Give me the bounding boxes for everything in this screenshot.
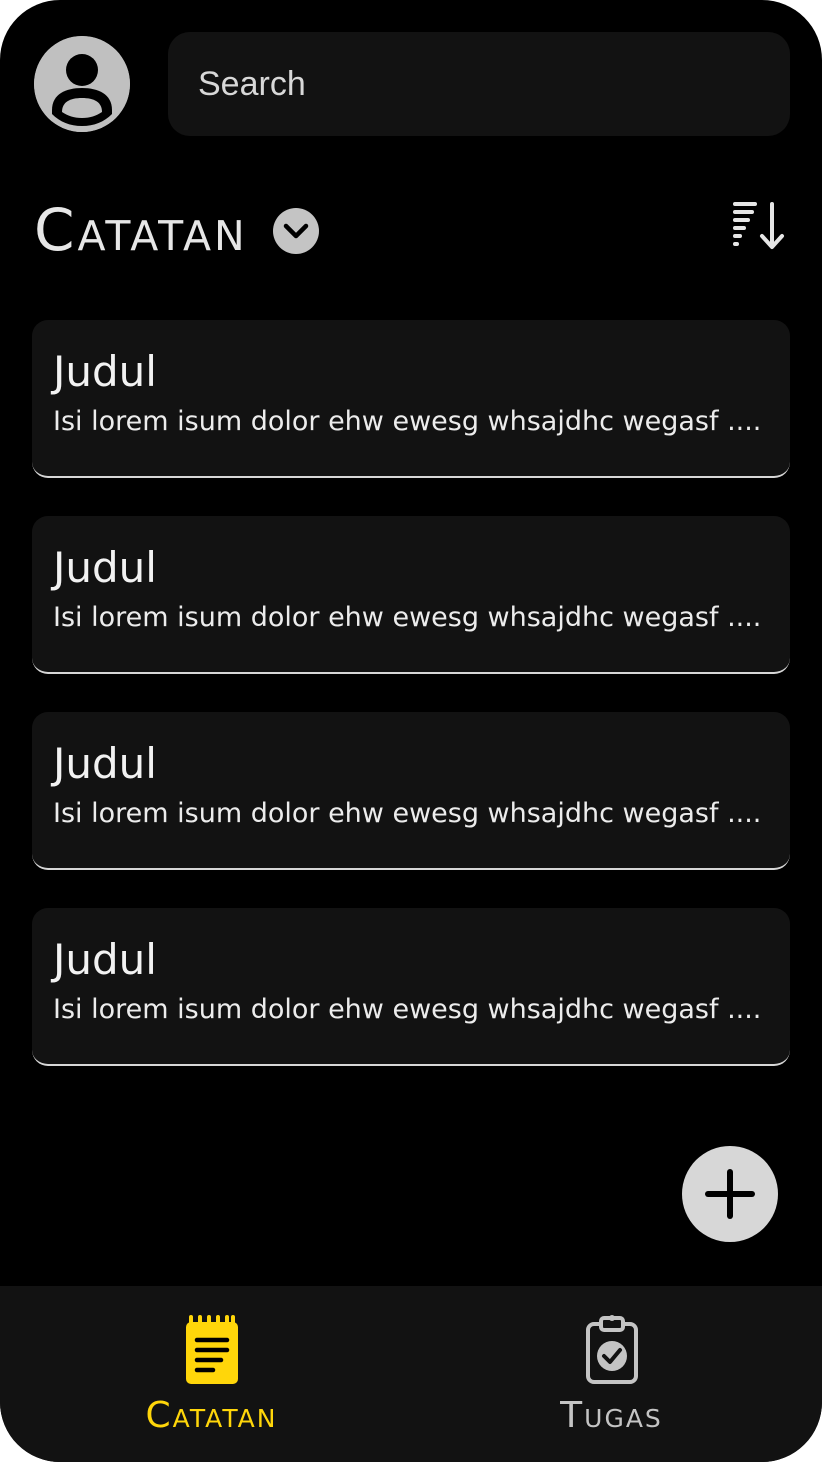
nav-item-catatan[interactable]: Catatan — [6, 1286, 417, 1462]
chevron-down-icon — [283, 223, 309, 239]
user-avatar-icon — [34, 36, 130, 132]
category-dropdown-button[interactable] — [273, 208, 319, 254]
note-card[interactable]: Judul Isi lorem isum dolor ehw ewesg whs… — [32, 320, 790, 478]
nav-item-tugas[interactable]: Tugas — [406, 1286, 817, 1462]
bottom-navigation: Catatan Tugas — [0, 1286, 822, 1462]
note-preview: Isi lorem isum dolor ehw ewesg whsajdhc … — [53, 798, 762, 829]
nav-label-catatan: Catatan — [145, 1395, 278, 1436]
plus-icon — [705, 1169, 755, 1219]
note-title: Judul — [53, 347, 157, 396]
note-card[interactable]: Judul Isi lorem isum dolor ehw ewesg whs… — [32, 516, 790, 674]
note-card[interactable]: Judul Isi lorem isum dolor ehw ewesg whs… — [32, 908, 790, 1066]
app-screen: Catatan Judul Isi lorem isum dolor ehw e… — [0, 0, 822, 1462]
note-preview: Isi lorem isum dolor ehw ewesg whsajdhc … — [53, 602, 762, 633]
sort-button[interactable] — [728, 198, 788, 254]
notes-list: Judul Isi lorem isum dolor ehw ewesg whs… — [32, 320, 790, 1104]
avatar[interactable] — [34, 36, 130, 132]
sort-descending-icon — [733, 202, 784, 249]
note-title: Judul — [53, 543, 157, 592]
note-title: Judul — [53, 739, 157, 788]
clipboard-check-icon — [585, 1315, 638, 1384]
note-preview: Isi lorem isum dolor ehw ewesg whsajdhc … — [53, 406, 762, 437]
notepad-icon — [185, 1315, 238, 1384]
note-preview: Isi lorem isum dolor ehw ewesg whsajdhc … — [53, 994, 762, 1025]
note-title: Judul — [53, 935, 157, 984]
page-title: Catatan — [34, 196, 248, 264]
search-input[interactable] — [168, 32, 790, 136]
add-note-button[interactable] — [682, 1146, 778, 1242]
note-card[interactable]: Judul Isi lorem isum dolor ehw ewesg whs… — [32, 712, 790, 870]
nav-label-tugas: Tugas — [560, 1395, 663, 1436]
